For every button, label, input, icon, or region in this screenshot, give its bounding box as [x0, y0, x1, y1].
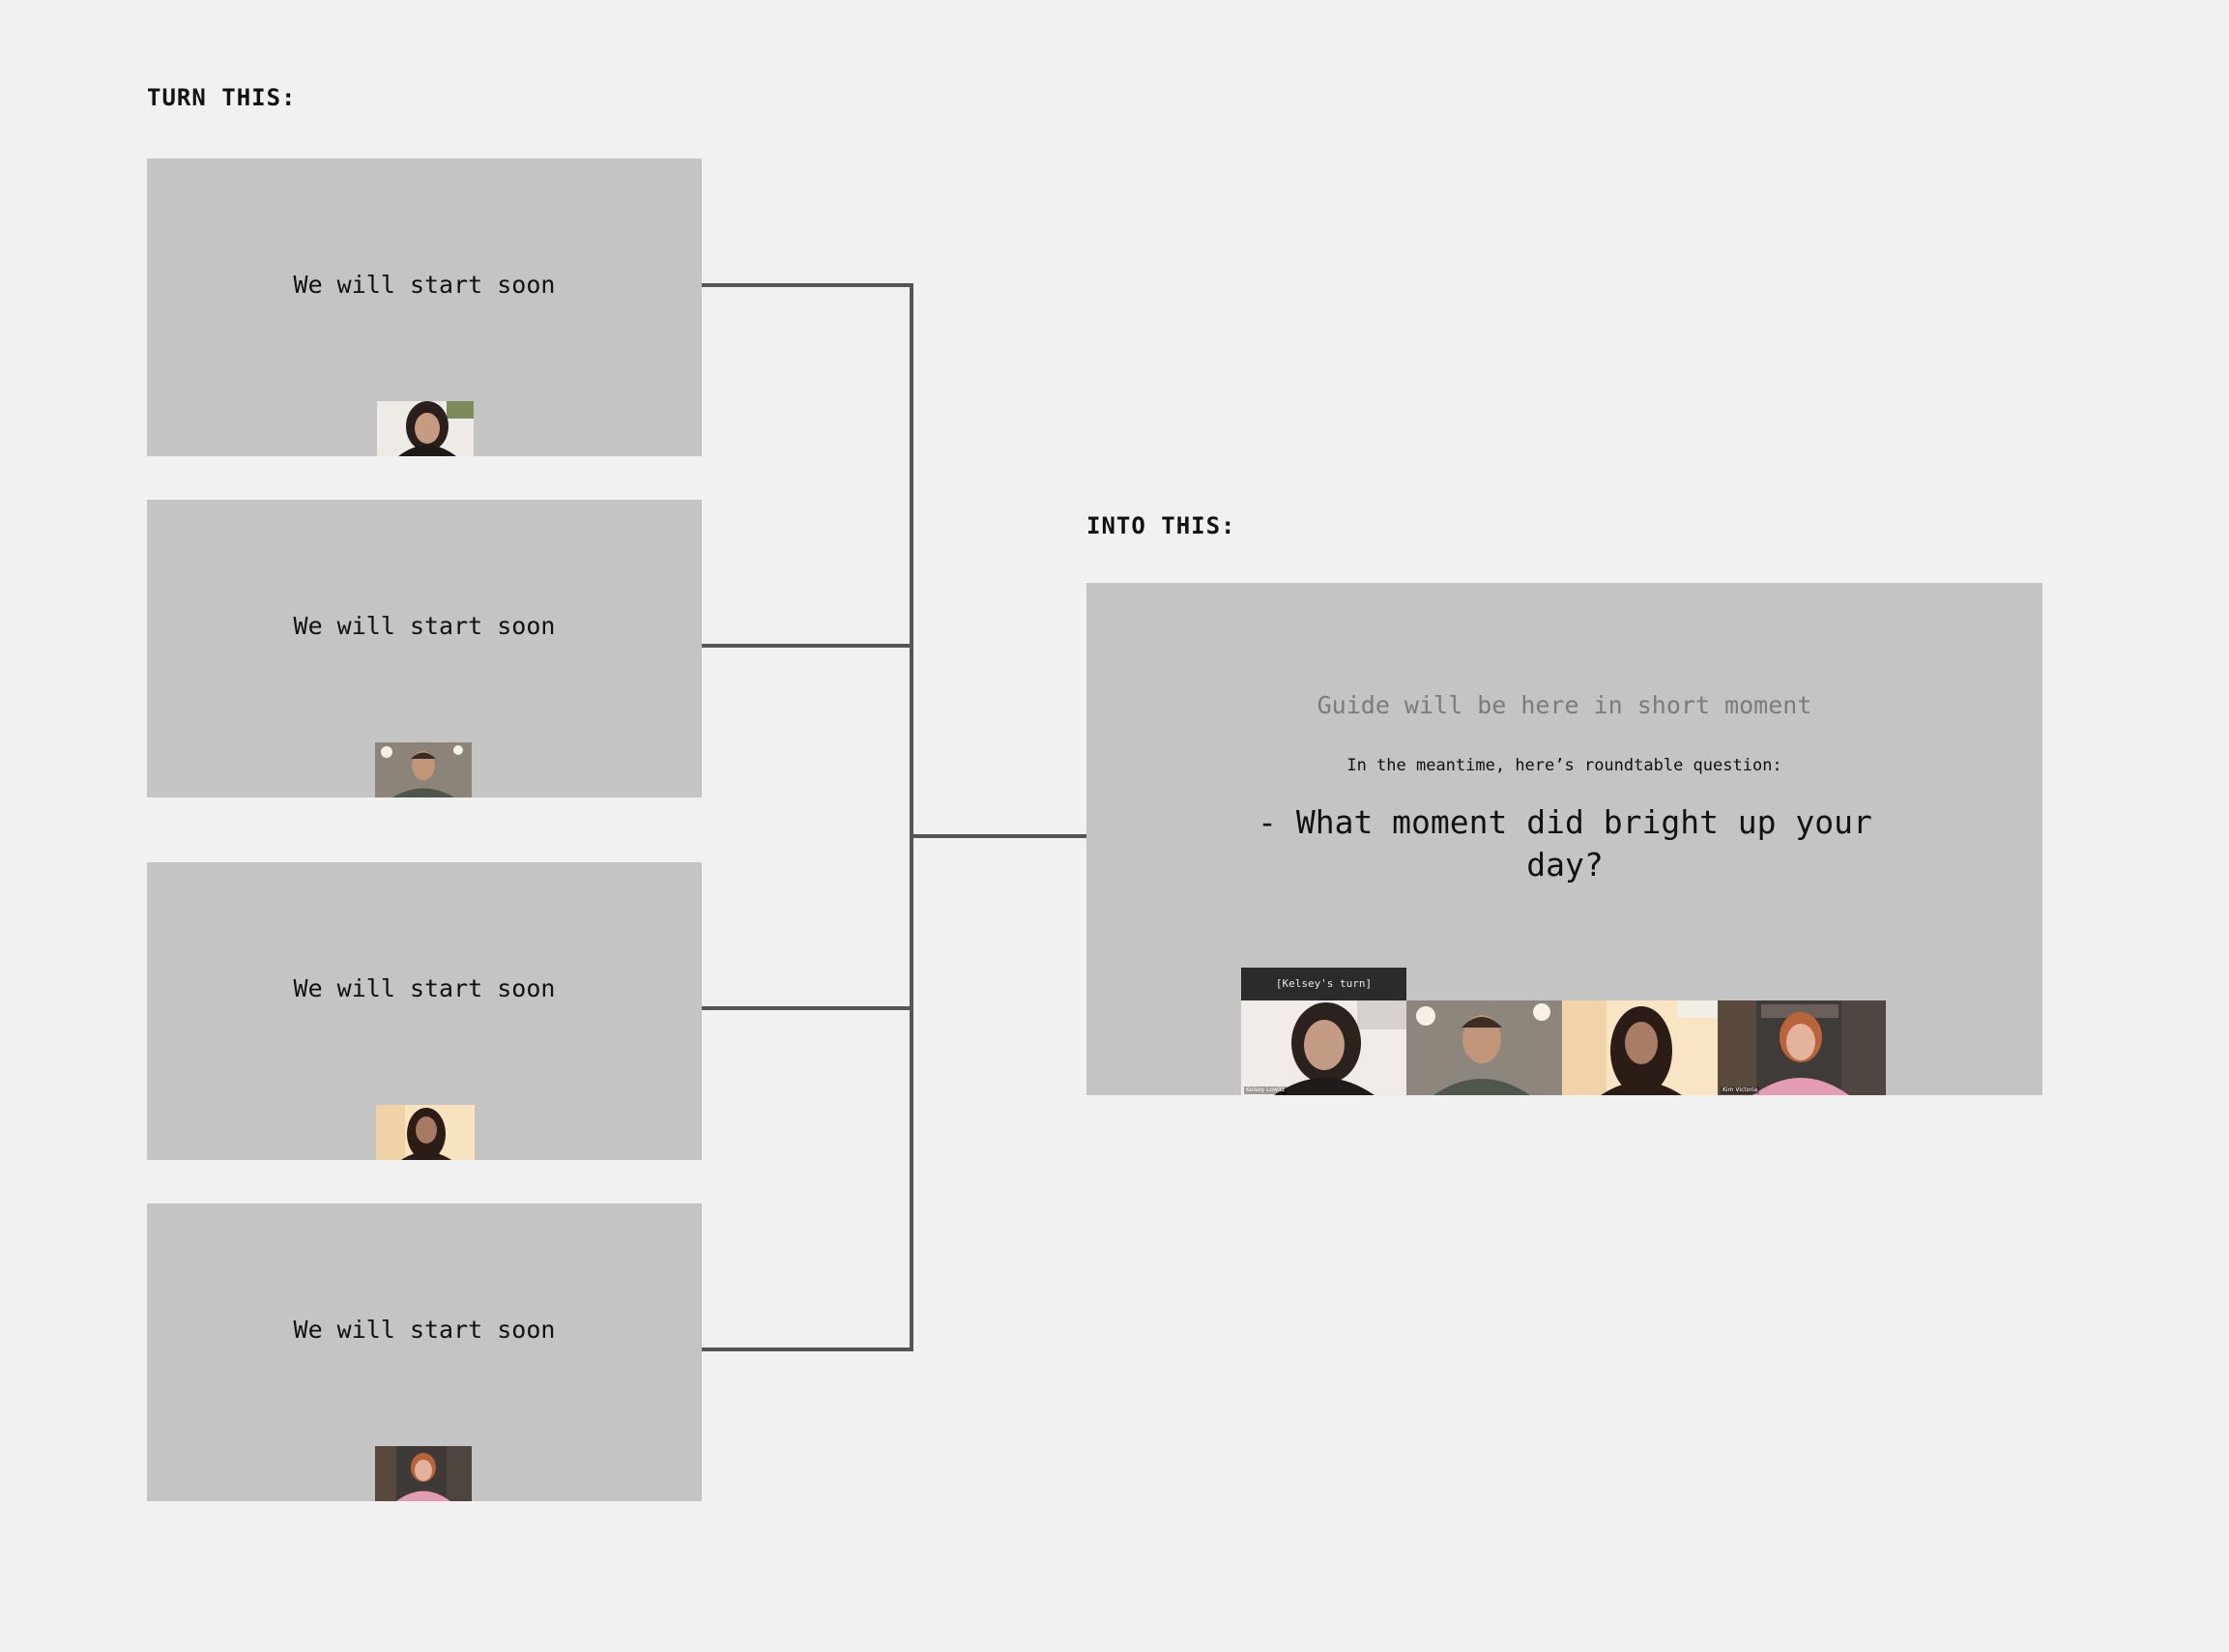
waiting-slide-text: We will start soon — [293, 271, 556, 299]
into-this-heading: INTO THIS: — [1086, 512, 1236, 539]
waiting-slide-text: We will start soon — [293, 974, 556, 1002]
participant-video-woman-long-hair-icon — [376, 1105, 475, 1160]
participant-video-woman-dark-hair-icon — [377, 401, 474, 456]
participant-name-tag: Kim Victoria — [1721, 1087, 1760, 1094]
participant-video-woman-long-hair-icon — [1562, 1000, 1718, 1095]
participant-tile-4: Kim Victoria — [1718, 1000, 1886, 1095]
turn-this-heading: TURN THIS: — [147, 84, 297, 111]
participant-name-tag: Kelsey Lowitz — [1244, 1087, 1288, 1094]
participant-tile-2 — [1406, 1000, 1562, 1095]
meantime-text: In the meantime, here’s roundtable quest… — [1346, 756, 1782, 775]
roundtable-question: - What moment did bright up your day? — [1258, 803, 1872, 884]
participant-video-man-icon — [1406, 1000, 1562, 1095]
participant-tile-3 — [1562, 1000, 1718, 1095]
waiting-slide-2: We will start soon — [147, 500, 702, 797]
guide-status-text: Guide will be here in short moment — [1317, 691, 1812, 719]
roundtable-slide: Guide will be here in short moment In th… — [1086, 583, 2042, 1095]
current-turn-badge: [Kelsey's turn] — [1241, 968, 1406, 1000]
participant-video-man-icon — [375, 742, 472, 797]
waiting-slide-3: We will start soon — [147, 862, 702, 1160]
waiting-slide-1: We will start soon — [147, 159, 702, 456]
participant-video-woman-red-hair-icon — [375, 1446, 472, 1501]
waiting-slide-4: We will start soon — [147, 1203, 702, 1501]
participant-video-woman-red-hair-icon — [1718, 1000, 1886, 1095]
participant-tile-1: Kelsey Lowitz — [1241, 1000, 1406, 1095]
participant-video-woman-dark-hair-icon — [1241, 1000, 1406, 1095]
waiting-slide-text: We will start soon — [293, 1316, 556, 1344]
waiting-slide-text: We will start soon — [293, 612, 556, 640]
